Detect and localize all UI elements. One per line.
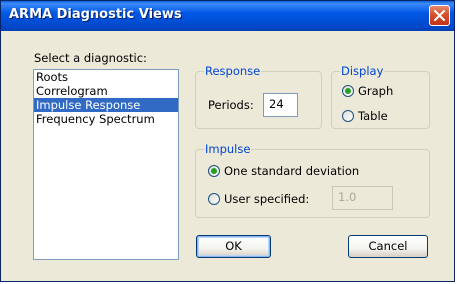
graph-radio[interactable]: Graph — [342, 83, 393, 99]
title-bar[interactable]: ARMA Diagnostic Views — [1, 1, 454, 31]
list-item-correlogram[interactable]: Correlogram — [34, 84, 178, 98]
periods-label: Periods: — [208, 98, 254, 112]
std-radio-dot — [211, 168, 217, 174]
table-radio-label: Table — [358, 109, 388, 123]
graph-radio-label: Graph — [358, 84, 394, 98]
user-radio-label: User specified: — [224, 192, 310, 206]
diagnostic-label: Select a diagnostic: — [34, 51, 147, 65]
impulse-group: Impulse — [195, 142, 430, 218]
display-legend: Display — [340, 64, 385, 78]
graph-radio-dot — [345, 88, 351, 94]
ok-button[interactable]: OK — [196, 235, 271, 258]
dialog-window: ARMA Diagnostic Views Select a diagnosti… — [0, 0, 455, 282]
cancel-button[interactable]: Cancel — [348, 235, 428, 258]
graph-radio-circle[interactable] — [342, 85, 354, 97]
diagnostic-listbox[interactable]: Roots Correlogram Impulse Response Frequ… — [33, 69, 179, 260]
list-item-roots[interactable]: Roots — [34, 70, 178, 84]
user-radio-circle[interactable] — [208, 193, 220, 205]
std-radio-label: One standard deviation — [224, 164, 360, 178]
close-icon — [434, 10, 445, 21]
list-item-frequency-spectrum[interactable]: Frequency Spectrum — [34, 112, 178, 126]
std-radio-circle[interactable] — [208, 165, 220, 177]
table-radio[interactable]: Table — [342, 108, 388, 124]
std-deviation-radio[interactable]: One standard deviation — [208, 163, 359, 179]
periods-input[interactable]: 24 — [263, 93, 298, 117]
list-item-impulse-response[interactable]: Impulse Response — [34, 98, 178, 112]
response-legend: Response — [204, 64, 262, 78]
table-radio-circle[interactable] — [342, 110, 354, 122]
user-specified-radio[interactable]: User specified: — [208, 191, 309, 207]
close-button[interactable] — [429, 5, 450, 26]
window-title: ARMA Diagnostic Views — [9, 7, 182, 22]
impulse-legend: Impulse — [204, 142, 252, 156]
user-value-input[interactable]: 1.0 — [332, 186, 393, 210]
